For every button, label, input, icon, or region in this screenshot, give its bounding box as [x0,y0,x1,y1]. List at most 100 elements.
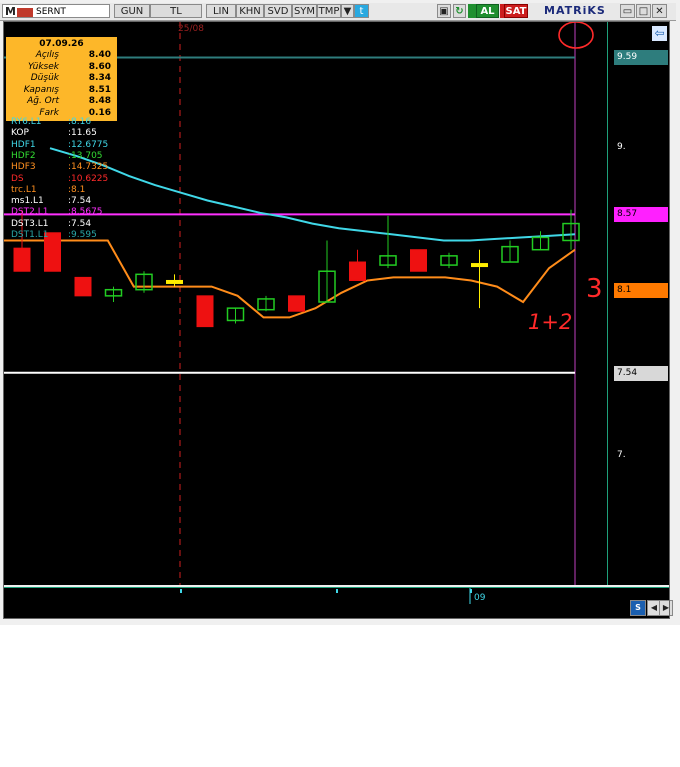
buy-button[interactable]: AL [476,4,499,18]
indicator-row: HDF2 :13.705 [11,151,131,162]
sell-button[interactable]: SAT [504,4,528,18]
month-label: 09 [474,593,486,603]
indicator-value: :9.595 [68,230,97,240]
axis-tick-label: 7. [617,449,626,460]
infobox-value: 0.16 [88,107,111,118]
time-axis[interactable]: 09 [4,587,669,605]
period-button[interactable]: GUN [114,4,150,18]
trading-window: M SERNT GUN TL LIN KHN SVD SYM TMP ▼ t ▣… [0,0,680,767]
close-icon[interactable]: ✕ [652,4,667,18]
candle [531,231,550,251]
dropdown-arrow-icon[interactable]: ▼ [341,4,354,18]
infobox-value: 8.40 [88,50,111,60]
price-chart[interactable]: 25/08 3 1+2 07.09.26 Açılış 8.40 Yüksek 8.60… [4,21,607,585]
annotation-label: 1+2 [528,310,572,334]
annotation-label: 3 [586,274,603,304]
tmp-button[interactable]: TMP [317,4,341,18]
price-tag: 8.1 [614,282,668,298]
scroll-controls: S ◀ ▶ [630,600,673,616]
scale-button[interactable]: LIN [206,4,236,18]
indicator-value: :14.7325 [68,162,109,173]
indicator-row: ms1.L1 :7.54 [11,196,131,207]
infobox-row: Düşük 8.34 [6,73,117,84]
indicator-row: DST3.L1:7.54 [11,219,131,230]
indicator-row: HDF3 :14.7325 [11,162,131,173]
indicator-row: HDF1 :12.6775 [11,140,131,151]
infobox-label: Açılış [35,50,59,60]
indicator-row: KOP:11.65 [11,128,131,139]
indicator-value: :8.16 [68,117,92,127]
indicator-name: DST1.L1 [11,230,49,240]
axis-tick-label: 9. [617,142,626,153]
candle [471,249,488,309]
candle [318,240,336,303]
infobox-row: Açılış 8.40 [6,50,117,61]
candle [379,215,397,269]
sym-button[interactable]: SYM [292,4,317,18]
arrow-left-icon[interactable]: ⇦ [652,26,667,41]
flag-icon [17,8,33,17]
time-tick [336,589,338,593]
circle-annotation [558,21,594,49]
restore-icon[interactable]: ▭ [620,4,635,18]
price-tag: 7.54 [614,365,668,381]
maximize-icon[interactable]: □ [636,4,651,18]
candle [135,271,153,293]
infobox-label: Düşük [30,73,59,83]
indicator-name: DST2.L1 [11,207,49,218]
infobox-label: Fark [39,107,59,118]
indicator-name: HDF1 [11,139,36,150]
indicator-value: :7.54 [68,196,92,207]
time-tick [180,589,182,593]
infobox-row: Kapanış 8.51 [6,85,117,96]
scroll-right-icon[interactable]: ▶ [659,600,673,616]
indicator-row: DST1.L1 :9.595 [11,230,131,241]
indicator-row: DST2.L1 :8.5675 [11,207,131,218]
khn-button[interactable]: KHN [236,4,264,18]
indicator-value: :10.6225 [68,173,109,184]
ohlc-infobox: 07.09.26 Açılış 8.40 Yüksek 8.60 Düşük 8.34 Ka… [6,37,117,121]
price-tag: 9.59 [614,50,668,66]
chart-settings-icon[interactable]: S [630,600,646,616]
indicator-value: :8.1 [68,184,86,195]
indicator-value: :13.705 [68,150,103,161]
candle [288,295,305,312]
infobox-value: 8.60 [88,61,111,72]
status-bar [4,604,669,618]
svd-button[interactable]: SVD [264,4,292,18]
infobox-label: Yüksek [27,61,59,72]
currency-button[interactable]: TL [150,4,202,18]
infobox-value: 8.48 [88,96,111,106]
candle [440,252,458,269]
axis-tick-label: 5. [617,757,626,767]
candle [349,249,366,281]
indicator-name: trc.L1 [11,184,37,195]
indicator-value: :8.5675 [68,207,103,218]
twitter-icon[interactable]: t [354,4,369,18]
chart-toolbar: M SERNT GUN TL LIN KHN SVD SYM TMP ▼ t ▣… [0,3,676,21]
infobox-value: 8.51 [88,84,111,95]
symbol-selector[interactable]: M SERNT [2,4,110,18]
indicator-name: HDF3 [11,162,36,173]
symbol-label: SERNT [36,7,66,17]
indicator-name: RY6.L1 [11,117,42,127]
indicator-name: DST3.L1 [11,218,49,229]
infobox-value: 8.34 [88,73,111,83]
candle [410,249,427,272]
indicator-name: HDF2 [11,150,36,161]
candle [257,295,275,312]
infobox-label: Kapanış [23,84,59,95]
infobox-row: Yüksek 8.60 [6,62,117,73]
indicator-value: :12.6775 [68,139,109,150]
infobox-row: Ağ. Ort 8.48 [6,96,117,107]
matriks-logo: MATRiKS [544,4,606,17]
matriks-m-logo: M [5,5,16,18]
buy-indicator-icon [468,4,476,18]
indicator-row: RY6.L1 :8.16 [11,117,131,128]
lock-icon[interactable]: ▣ [437,4,451,18]
infobox-label: Ağ. Ort [27,96,59,106]
indicator-name: ms1.L1 [11,196,44,207]
price-axis[interactable]: 11.10.9.7.6.5.11.6510.629.598.578.17.54⇦ [607,22,670,767]
refresh-icon[interactable]: ↻ [453,4,466,18]
price-tag: 8.57 [614,207,668,223]
